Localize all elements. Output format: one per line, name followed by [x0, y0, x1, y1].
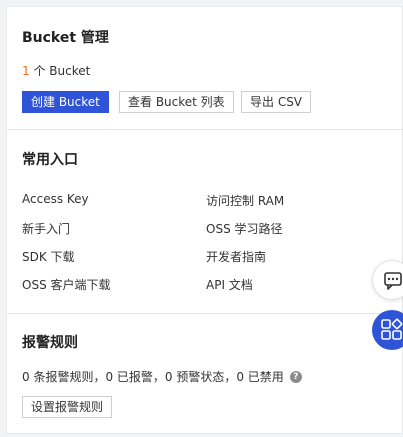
link-learning-path[interactable]: OSS 学习路径 [206, 220, 283, 237]
link-access-key[interactable]: Access Key [22, 192, 89, 206]
bucket-count-number: 1 [22, 64, 30, 78]
link-api-docs[interactable]: API 文档 [206, 276, 253, 293]
section-divider [7, 313, 402, 314]
link-sdk-download[interactable]: SDK 下载 [22, 248, 75, 265]
alarm-stats: 0 条报警规则，0 已报警，0 预警状态，0 已禁用 ? [22, 368, 302, 385]
create-bucket-button[interactable]: 创建 Bucket [22, 91, 109, 113]
link-developer-guide[interactable]: 开发者指南 [206, 248, 266, 265]
link-client-download[interactable]: OSS 客户端下载 [22, 276, 111, 293]
link-ram[interactable]: 访问控制 RAM [206, 192, 284, 209]
bucket-count: 1 个 Bucket [22, 62, 90, 79]
apps-icon [381, 318, 403, 340]
view-bucket-list-button[interactable]: 查看 Bucket 列表 [119, 91, 234, 113]
setup-alarm-button[interactable]: 设置报警规则 [22, 396, 113, 418]
link-getting-started[interactable]: 新手入门 [22, 220, 70, 237]
apps-float-button[interactable] [372, 310, 403, 350]
entry-section-title: 常用入口 [22, 152, 78, 168]
alarm-section-title: 报警规则 [22, 335, 78, 351]
bucket-count-label: 个 Bucket [29, 64, 91, 78]
section-divider [7, 129, 402, 130]
help-icon[interactable]: ? [289, 370, 302, 383]
chat-float-button[interactable] [372, 260, 403, 300]
export-csv-button[interactable]: 导出 CSV [241, 91, 312, 113]
overview-card: Bucket 管理 1 个 Bucket 创建 Bucket 查看 Bucket… [6, 6, 403, 434]
chat-icon [384, 272, 402, 290]
alarm-stats-text: 0 条报警规则，0 已报警，0 预警状态，0 已禁用 [22, 370, 284, 384]
bucket-section-title: Bucket 管理 [22, 30, 109, 46]
